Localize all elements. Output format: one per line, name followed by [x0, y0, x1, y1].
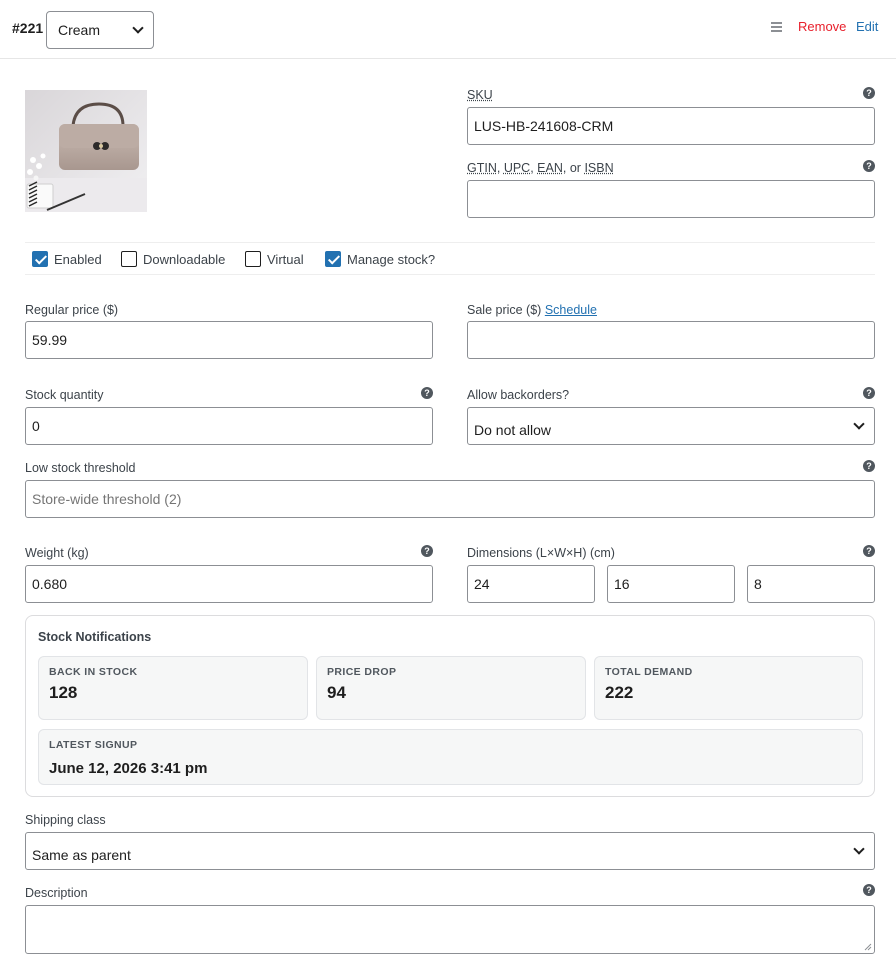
question-circle-icon[interactable]: ?	[863, 160, 875, 172]
question-circle-icon[interactable]: ?	[421, 387, 433, 399]
low-stock-input[interactable]: Store-wide threshold (2)	[25, 480, 875, 518]
height-value: 8	[754, 576, 762, 592]
chevron-down-icon	[132, 22, 144, 34]
attribute-select-value: Cream	[58, 22, 101, 38]
stock-notifications-panel: Stock Notifications BACK IN STOCK 128 PR…	[25, 615, 875, 797]
gtin-label: GTIN, UPC, EAN, or ISBN	[467, 161, 614, 175]
variation-image[interactable]	[25, 90, 147, 212]
shipping-class-value: Same as parent	[32, 846, 131, 863]
edit-link[interactable]: Edit	[856, 19, 878, 34]
price-drop-card: PRICE DROP 94	[316, 656, 586, 720]
total-demand-card: TOTAL DEMAND 222	[594, 656, 863, 720]
attribute-select[interactable]: Cream	[46, 11, 154, 49]
total-demand-label: TOTAL DEMAND	[605, 666, 693, 678]
variation-header: #221 Cream Remove Edit	[0, 0, 896, 59]
latest-signup-label: LATEST SIGNUP	[49, 739, 138, 751]
variation-options-row: Enabled Downloadable Virtual Manage stoc…	[25, 242, 875, 275]
sku-label: SKU	[467, 88, 493, 102]
price-drop-label: PRICE DROP	[327, 666, 397, 678]
resize-handle-icon[interactable]	[864, 943, 872, 951]
stock-quantity-label: Stock quantity	[25, 388, 104, 402]
back-in-stock-value: 128	[49, 683, 78, 702]
low-stock-label: Low stock threshold	[25, 461, 136, 475]
handbag-photo	[25, 90, 147, 212]
latest-signup-card: LATEST SIGNUP June 12, 2026 3:41 pm	[38, 729, 863, 785]
downloadable-option[interactable]: Downloadable	[121, 251, 225, 267]
manage-stock-checkbox[interactable]	[325, 251, 341, 267]
virtual-option[interactable]: Virtual	[245, 251, 304, 267]
height-input[interactable]: 8	[747, 565, 875, 603]
backorders-select[interactable]: Do not allow	[467, 407, 875, 445]
backorders-value: Do not allow	[474, 421, 552, 438]
shipping-class-label: Shipping class	[25, 813, 106, 827]
question-circle-icon[interactable]: ?	[863, 545, 875, 557]
regular-price-label: Regular price ($)	[25, 303, 119, 317]
stock-notifications-title: Stock Notifications	[38, 630, 152, 644]
back-in-stock-card: BACK IN STOCK 128	[38, 656, 308, 720]
question-circle-icon[interactable]: ?	[863, 87, 875, 99]
description-textarea[interactable]	[25, 905, 875, 954]
dimensions-label: Dimensions (L×W×H) (cm)	[467, 546, 615, 560]
length-input[interactable]: 24	[467, 565, 595, 603]
gtin-input[interactable]	[467, 180, 875, 218]
remove-link[interactable]: Remove	[798, 19, 846, 34]
schedule-link[interactable]: Schedule	[545, 303, 597, 317]
sale-price-input[interactable]	[467, 321, 875, 359]
question-circle-icon[interactable]: ?	[863, 460, 875, 472]
shipping-class-select[interactable]: Same as parent	[25, 832, 875, 870]
chevron-down-icon	[853, 843, 865, 855]
width-input[interactable]: 16	[607, 565, 735, 603]
question-circle-icon[interactable]: ?	[863, 884, 875, 896]
question-circle-icon[interactable]: ?	[863, 387, 875, 399]
chevron-down-icon	[853, 418, 865, 430]
enabled-option[interactable]: Enabled	[32, 251, 102, 267]
backorders-label: Allow backorders?	[467, 388, 570, 402]
variation-id: #221	[12, 20, 44, 36]
weight-input[interactable]: 0.680	[25, 565, 433, 603]
stock-quantity-input[interactable]: 0	[25, 407, 433, 445]
drag-handle-icon[interactable]	[771, 22, 782, 34]
sale-price-label: Sale price ($) Schedule	[467, 303, 597, 317]
latest-signup-value: June 12, 2026 3:41 pm	[49, 760, 208, 777]
weight-value: 0.680	[32, 576, 68, 592]
regular-price-input[interactable]: 59.99	[25, 321, 433, 359]
sku-input[interactable]: LUS-HB-241608-CRM	[467, 107, 875, 145]
description-label: Description	[25, 886, 88, 900]
virtual-checkbox[interactable]	[245, 251, 261, 267]
manage-stock-option[interactable]: Manage stock?	[325, 251, 435, 267]
question-circle-icon[interactable]: ?	[421, 545, 433, 557]
sku-value: LUS-HB-241608-CRM	[474, 118, 614, 134]
downloadable-checkbox[interactable]	[121, 251, 137, 267]
back-in-stock-label: BACK IN STOCK	[49, 666, 138, 678]
total-demand-value: 222	[605, 683, 634, 702]
virtual-label: Virtual	[267, 251, 304, 267]
stock-quantity-value: 0	[32, 418, 40, 434]
price-drop-value: 94	[327, 683, 346, 702]
downloadable-label: Downloadable	[143, 251, 226, 267]
enabled-checkbox[interactable]	[32, 251, 48, 267]
low-stock-placeholder: Store-wide threshold (2)	[32, 491, 182, 507]
manage-stock-label: Manage stock?	[347, 251, 436, 267]
enabled-label: Enabled	[54, 251, 102, 267]
regular-price-value: 59.99	[32, 332, 68, 348]
weight-label: Weight (kg)	[25, 546, 89, 560]
length-value: 24	[474, 576, 490, 592]
width-value: 16	[614, 576, 630, 592]
